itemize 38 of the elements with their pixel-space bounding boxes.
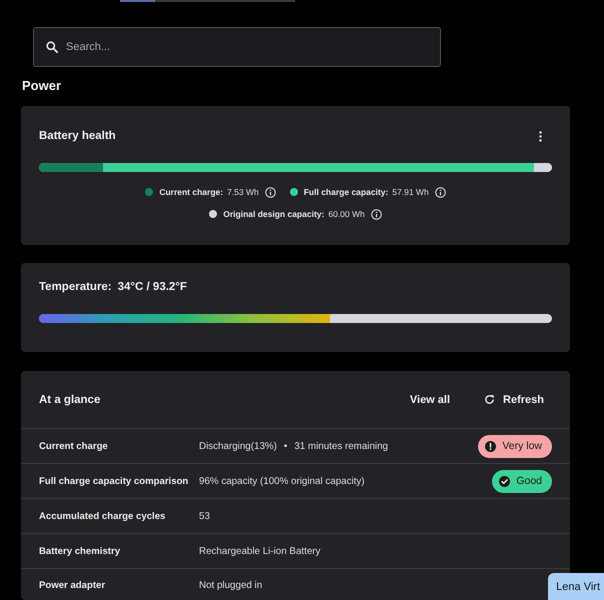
refresh-button[interactable]: Refresh [484,394,544,406]
name-tag: Lena Virt [548,573,604,600]
row-value: 96% capacity (100% original capacity) [199,476,365,486]
vertical-dots-icon [539,130,542,142]
legend-value: 7.53 Wh [227,187,259,197]
info-icon[interactable] [370,208,382,220]
view-all-link[interactable]: View all [410,394,450,406]
temperature-value: 34°C / 93.2°F [118,280,187,295]
row-value: Rechargeable Li-ion Battery [199,546,320,556]
row-value: • [284,440,288,452]
info-icon[interactable] [434,186,446,198]
row-label: Battery chemistry [39,546,122,556]
status-badge: Good [492,470,552,492]
card-title: At a glance [39,392,100,408]
legend-label: Current charge: [159,187,224,197]
row-label: Power adapter [39,580,106,591]
row-value: 31 minutes remaining [294,440,388,452]
row-label: Current charge [39,440,109,452]
info-icon[interactable] [264,186,276,198]
search-field[interactable]: Search... [33,27,441,67]
row-value: 53 [199,510,210,522]
search-icon [46,41,58,53]
status-badge: Very low [478,434,552,458]
exclamation-icon [485,440,496,452]
more-options-button[interactable] [537,130,544,142]
checkmark-icon [499,476,510,486]
legend-value: 57.91 Wh [392,187,429,197]
row-label: Accumulated charge cycles [39,510,166,522]
legend-label: Original design capacity: [223,209,324,219]
legend-label: Full charge capacity: [304,187,388,197]
row-value: Discharging(13%) [199,440,277,452]
temperature-label: Temperature: [39,280,112,295]
legend-value: 60.00 Wh [328,209,365,219]
row-value: Not plugged in [199,580,262,591]
section-title: Power [22,78,62,94]
card-title: Battery health [39,129,116,144]
refresh-icon [484,394,496,405]
row-label: Full charge capacity comparison [39,476,190,486]
